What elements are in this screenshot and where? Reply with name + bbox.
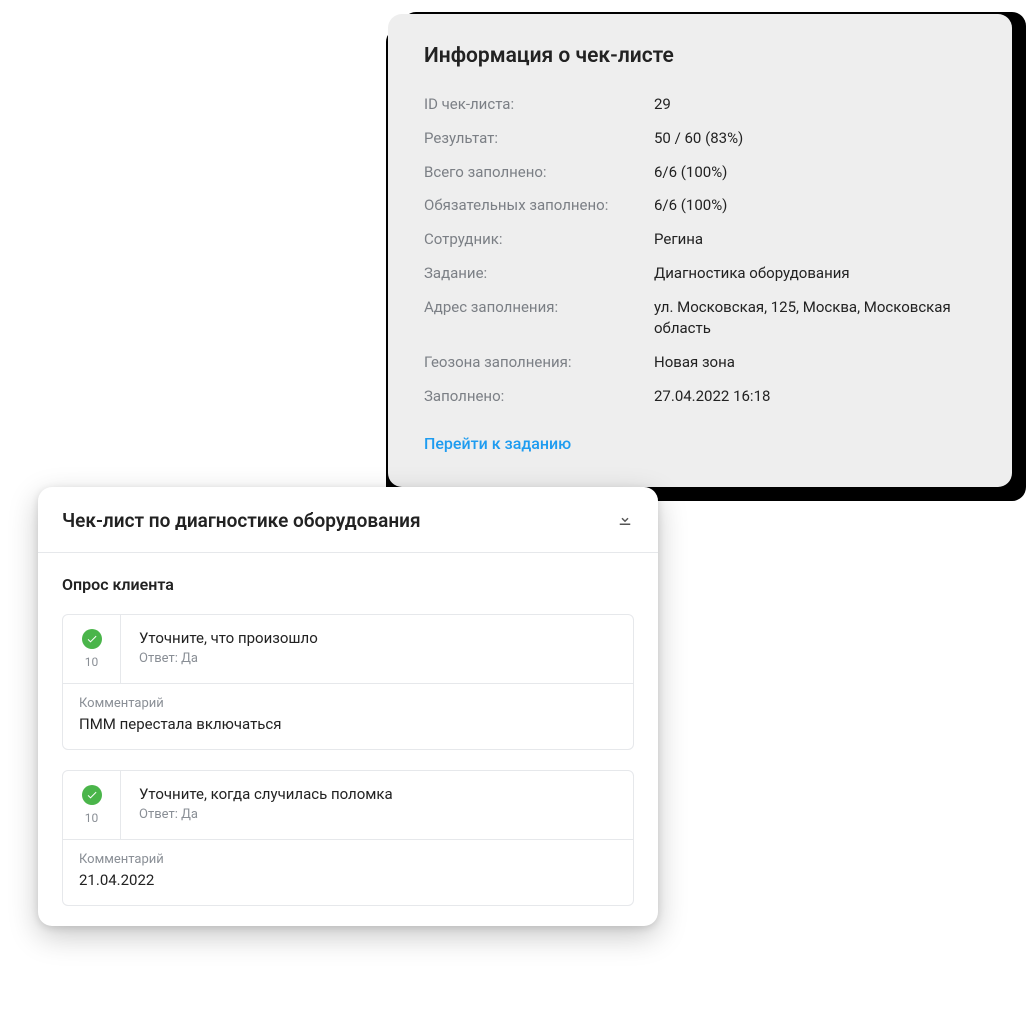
- info-card-title: Информация о чек-листе: [424, 44, 976, 68]
- info-label: Обязательных заполнено:: [424, 195, 654, 217]
- info-row: Сотрудник: Регина: [424, 223, 976, 257]
- checklist-item-badge: 10: [63, 615, 121, 683]
- checklist-comment-value: 21.04.2022: [79, 871, 617, 889]
- info-label: Задание:: [424, 263, 654, 285]
- checklist-card: Чек-лист по диагностике оборудования Опр…: [38, 487, 658, 926]
- info-row: Адрес заполнения: ул. Московская, 125, М…: [424, 291, 976, 347]
- checklist-item-comment: Комментарий ПММ перестала включаться: [63, 683, 633, 749]
- info-value-result: 50 / 60 (83%): [654, 128, 976, 150]
- info-label: Заполнено:: [424, 386, 654, 408]
- checklist-comment-label: Комментарий: [79, 696, 617, 711]
- download-icon[interactable]: [616, 510, 634, 532]
- checklist-item-question: Уточните, когда случилась поломка: [139, 785, 615, 803]
- info-value-total-filled: 6/6 (100%): [654, 162, 976, 184]
- checklist-item-comment: Комментарий 21.04.2022: [63, 839, 633, 905]
- check-ok-icon: [82, 629, 102, 649]
- info-value-address: ул. Московская, 125, Москва, Московская …: [654, 297, 976, 341]
- checklist-item-body: Уточните, что произошло Ответ: Да: [121, 615, 633, 683]
- checklist-item-score: 10: [85, 811, 99, 825]
- info-label: Всего заполнено:: [424, 162, 654, 184]
- checklist-item: 10 Уточните, когда случилась поломка Отв…: [62, 770, 634, 906]
- info-row: Заполнено: 27.04.2022 16:18: [424, 380, 976, 414]
- info-row: ID чек-листа: 29: [424, 88, 976, 122]
- checklist-item-question: Уточните, что произошло: [139, 629, 615, 647]
- checklist-item-answer: Ответ: Да: [139, 651, 615, 666]
- info-row: Обязательных заполнено: 6/6 (100%): [424, 189, 976, 223]
- info-value-required-filled: 6/6 (100%): [654, 195, 976, 217]
- info-value-filled-at: 27.04.2022 16:18: [654, 386, 976, 408]
- go-to-task-link[interactable]: Перейти к заданию: [424, 434, 571, 453]
- checklist-item-badge: 10: [63, 771, 121, 839]
- info-value-task: Диагностика оборудования: [654, 263, 976, 285]
- info-label: Геозона заполнения:: [424, 352, 654, 374]
- checklist-title: Чек-лист по диагностике оборудования: [62, 509, 421, 532]
- info-label: Результат:: [424, 128, 654, 150]
- info-row: Задание: Диагностика оборудования: [424, 257, 976, 291]
- checklist-section-title: Опрос клиента: [38, 553, 658, 606]
- info-row: Всего заполнено: 6/6 (100%): [424, 156, 976, 190]
- info-row: Геозона заполнения: Новая зона: [424, 346, 976, 380]
- checklist-comment-label: Комментарий: [79, 852, 617, 867]
- check-ok-icon: [82, 785, 102, 805]
- info-value-geozone: Новая зона: [654, 352, 976, 374]
- checklist-item-body: Уточните, когда случилась поломка Ответ:…: [121, 771, 633, 839]
- info-label: Адрес заполнения:: [424, 297, 654, 319]
- info-row: Результат: 50 / 60 (83%): [424, 122, 976, 156]
- info-value-id: 29: [654, 94, 976, 116]
- checklist-item: 10 Уточните, что произошло Ответ: Да Ком…: [62, 614, 634, 750]
- info-value-employee: Регина: [654, 229, 976, 251]
- info-label: Сотрудник:: [424, 229, 654, 251]
- checklist-item-score: 10: [85, 655, 99, 669]
- checklist-item-top: 10 Уточните, что произошло Ответ: Да: [63, 615, 633, 683]
- checklist-comment-value: ПММ перестала включаться: [79, 715, 617, 733]
- checklist-item-top: 10 Уточните, когда случилась поломка Отв…: [63, 771, 633, 839]
- info-label: ID чек-листа:: [424, 94, 654, 116]
- checklist-item-answer: Ответ: Да: [139, 807, 615, 822]
- checklist-info-card: Информация о чек-листе ID чек-листа: 29 …: [388, 14, 1012, 487]
- checklist-header: Чек-лист по диагностике оборудования: [38, 487, 658, 553]
